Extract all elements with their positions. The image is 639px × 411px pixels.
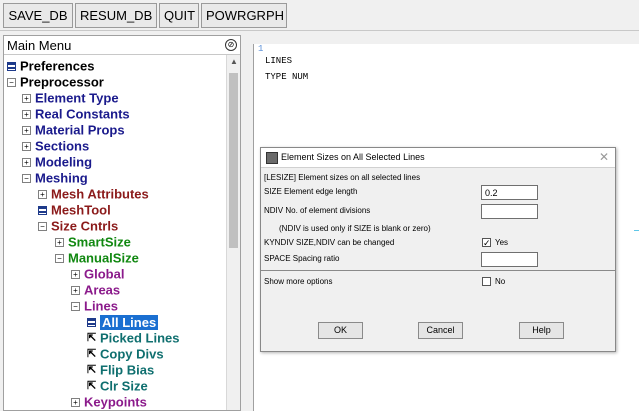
expand-plus-icon[interactable]: + [22,142,31,152]
space-input[interactable] [481,252,538,267]
dialog-titlebar[interactable]: Element Sizes on All Selected Lines ✕ [261,148,615,168]
leaf-doc-icon [38,206,47,216]
menu-scrollbar[interactable]: ▲ [226,55,240,410]
element-sizes-dialog: Element Sizes on All Selected Lines ✕ [L… [260,147,616,352]
show-more-options-label: Show more options [264,277,333,286]
scrollbar-thumb[interactable] [229,73,238,248]
menu-item-global[interactable]: + Global [71,266,124,282]
menu-item-material-props[interactable]: + Material Props [22,122,125,138]
collapse-minus-icon[interactable]: − [7,78,16,88]
expand-plus-icon[interactable]: + [22,110,31,120]
graphics-label-type: TYPE NUM [265,72,309,82]
expand-plus-icon[interactable]: + [38,190,47,200]
show-more-options-state: No [495,277,506,286]
show-more-options-checkbox[interactable] [482,277,491,286]
ndiv-label: NDIV No. of element divisions [264,206,371,215]
expand-plus-icon[interactable]: + [71,270,80,280]
resum-db-button[interactable]: RESUM_DB [75,3,157,28]
lesize-header: [LESIZE] Element sizes on all selected l… [264,173,421,182]
expand-plus-icon[interactable]: + [55,238,64,248]
toolbar: SAVE_DB RESUM_DB QUIT POWRGRPH [0,0,639,31]
kyndiv-state: Yes [495,238,509,247]
pick-arrow-icon: ⇱ [87,348,97,361]
menu-item-sections[interactable]: + Sections [22,138,89,154]
ndiv-note: (NDIV is used only if SIZE is blank or z… [279,224,431,233]
menu-item-smartsize[interactable]: + SmartSize [55,234,131,250]
size-input[interactable] [481,185,538,200]
size-label: SIZE Element edge length [264,187,358,196]
menu-item-areas[interactable]: + Areas [71,282,120,298]
menu-item-picked-lines[interactable]: ⇱ Picked Lines [87,330,179,346]
ndiv-input[interactable] [481,204,538,219]
pick-arrow-icon: ⇱ [87,364,97,377]
menu-item-meshing[interactable]: − Meshing [22,170,88,186]
help-button[interactable]: Help [519,322,564,339]
menu-item-meshtool[interactable]: MeshTool [38,202,111,218]
main-menu-title: Main Menu [7,38,72,53]
menu-item-keypoints[interactable]: + Keypoints [71,394,147,410]
menu-item-lines[interactable]: − Lines [71,298,118,314]
collapse-minus-icon[interactable]: − [71,302,80,312]
menu-item-clr-size[interactable]: ⇱ Clr Size [87,378,148,394]
leaf-doc-icon [7,62,16,72]
menu-item-preprocessor[interactable]: − Preprocessor [7,74,104,90]
collapse-minus-icon[interactable]: − [22,174,31,184]
menu-item-manualsize[interactable]: − ManualSize [55,250,139,266]
save-db-button[interactable]: SAVE_DB [3,3,73,28]
app-icon [266,152,278,164]
menu-item-mesh-attributes[interactable]: + Mesh Attributes [38,186,149,202]
menu-item-copy-divs[interactable]: ⇱ Copy Divs [87,346,164,362]
cancel-button[interactable]: Cancel [418,322,463,339]
menu-item-modeling[interactable]: + Modeling [22,154,92,170]
quit-button[interactable]: QUIT [159,3,199,28]
expand-plus-icon[interactable]: + [22,94,31,104]
powrgrph-button[interactable]: POWRGRPH [201,3,287,28]
collapse-menu-icon[interactable]: ⊘ [225,39,237,51]
scroll-up-icon[interactable]: ▲ [227,55,240,69]
dialog-title: Element Sizes on All Selected Lines [281,152,425,162]
kyndiv-checkbox[interactable]: ✓ [482,238,491,248]
menu-item-size-cntrls[interactable]: − Size Cntrls [38,218,118,234]
menu-item-element-type[interactable]: + Element Type [22,90,119,106]
collapse-minus-icon[interactable]: − [38,222,47,232]
leaf-doc-icon [87,318,96,328]
expand-plus-icon[interactable]: + [22,158,31,168]
graphics-line-segment [634,230,639,231]
expand-plus-icon[interactable]: + [22,126,31,136]
kyndiv-label: KYNDIV SIZE,NDIV can be changed [264,238,395,247]
close-icon[interactable]: ✕ [599,150,609,164]
menu-item-all-lines[interactable]: All Lines [87,314,159,330]
main-menu-header: Main Menu ⊘ [4,36,240,55]
pick-arrow-icon: ⇱ [87,380,97,393]
dialog-divider [261,270,615,271]
graphics-label-lines: LINES [265,56,293,66]
main-menu-panel: Main Menu ⊘ Preferences − Preprocessor + E… [3,35,241,411]
pick-arrow-icon: ⇱ [87,332,97,345]
window-number: 1 [258,44,264,54]
menu-item-real-constants[interactable]: + Real Constants [22,106,130,122]
expand-plus-icon[interactable]: + [71,286,80,296]
menu-item-flip-bias[interactable]: ⇱ Flip Bias [87,362,154,378]
expand-plus-icon[interactable]: + [71,398,80,408]
menu-item-preferences[interactable]: Preferences [7,58,94,74]
space-label: SPACE Spacing ratio [264,254,340,263]
collapse-minus-icon[interactable]: − [55,254,64,264]
ok-button[interactable]: OK [318,322,363,339]
